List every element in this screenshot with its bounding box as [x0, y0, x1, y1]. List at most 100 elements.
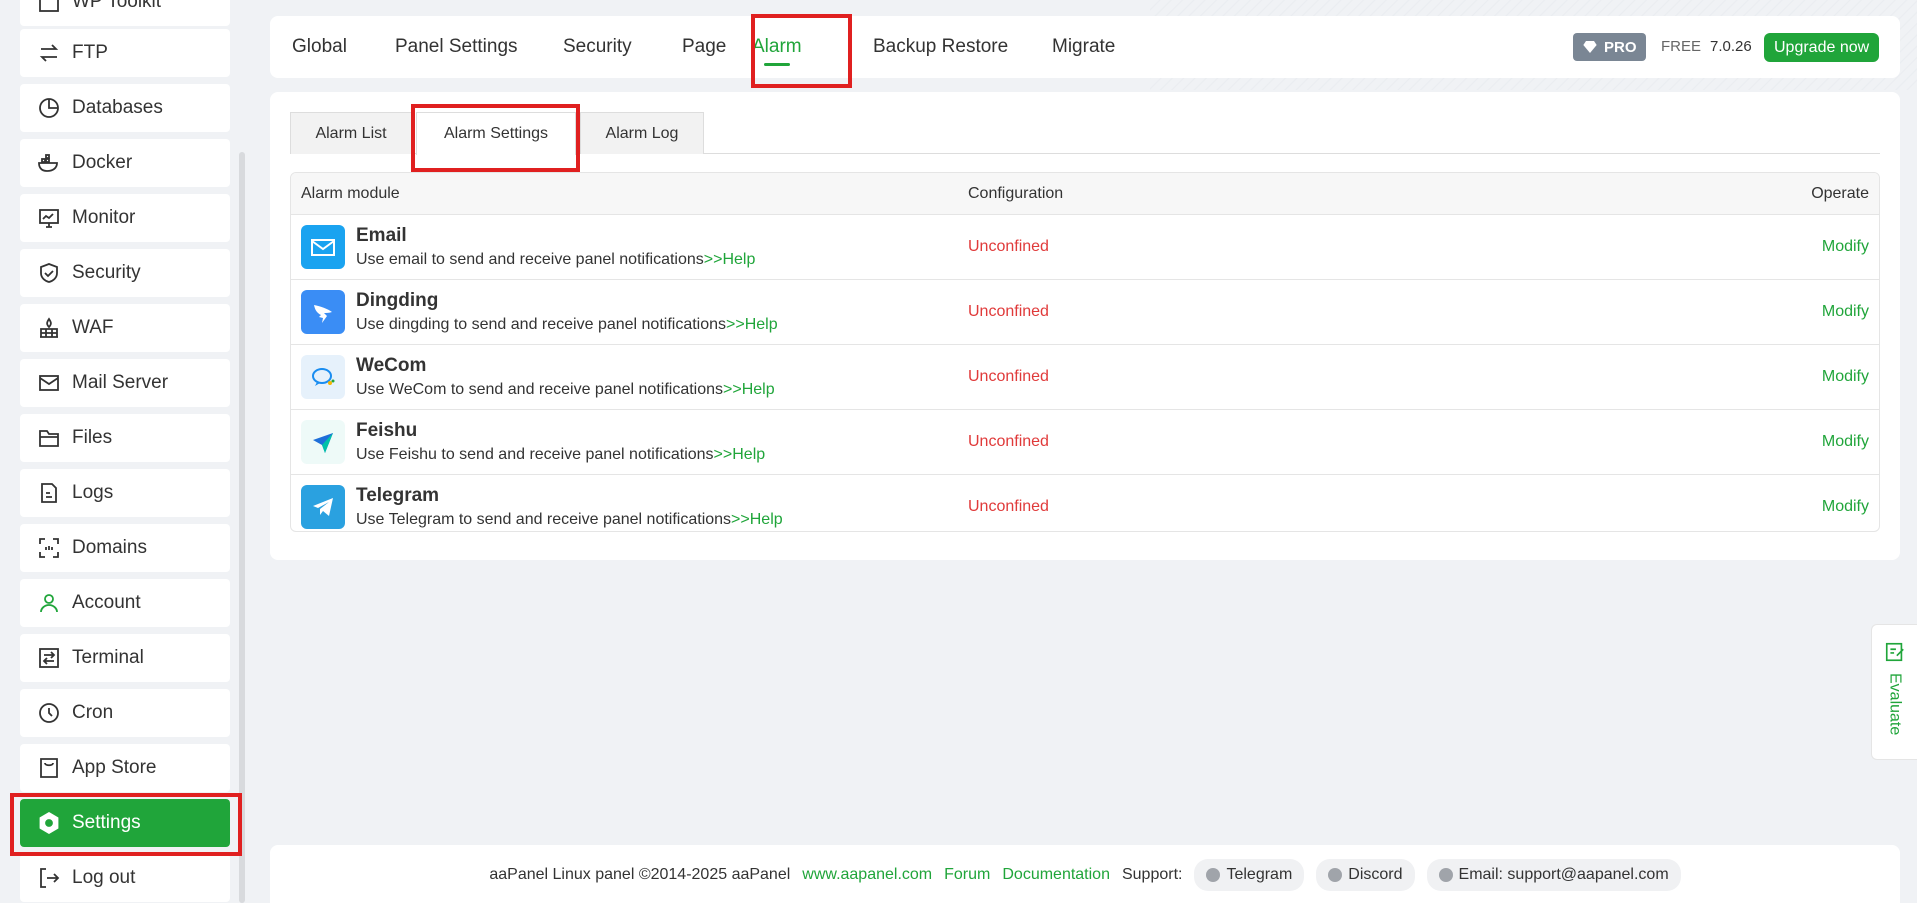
- domains-icon: [34, 533, 64, 563]
- sidebar-item-label: Security: [72, 262, 141, 283]
- status-text: Unconfined: [968, 238, 1049, 255]
- help-link[interactable]: >>Help: [714, 446, 766, 463]
- logout-icon: [34, 863, 64, 893]
- highlight-box-alarm-settings: [411, 104, 580, 172]
- sidebar: WP Toolkit FTP Databases Docker Monitor …: [0, 0, 248, 903]
- support-telegram[interactable]: Telegram: [1194, 859, 1305, 891]
- modify-button[interactable]: Modify: [1822, 238, 1869, 256]
- version-label: 7.0.26: [1710, 38, 1752, 55]
- help-link[interactable]: >>Help: [726, 316, 778, 333]
- feishu-icon: [301, 420, 345, 464]
- row-name: Feishu: [356, 420, 418, 441]
- header-alarm-module: Alarm module: [301, 185, 400, 202]
- help-link[interactable]: >>Help: [731, 511, 783, 528]
- upgrade-button[interactable]: Upgrade now: [1764, 33, 1880, 62]
- sidebar-item-label: Cron: [72, 702, 114, 723]
- tab-global[interactable]: Global: [292, 16, 347, 78]
- email-icon: [301, 225, 345, 269]
- sidebar-item-domains[interactable]: Domains: [20, 524, 230, 572]
- subtab-alarm-list[interactable]: Alarm List: [290, 112, 412, 154]
- subtab-alarm-log[interactable]: Alarm Log: [580, 112, 704, 154]
- sidebar-item-label: WAF: [72, 317, 114, 338]
- sidebar-scrollbar[interactable]: [239, 152, 245, 903]
- table-row: Feishu Use Feishu to send and receive pa…: [291, 410, 1879, 475]
- support-email[interactable]: Email: support@aapanel.com: [1426, 859, 1681, 891]
- sidebar-item-ftp[interactable]: FTP: [20, 29, 230, 77]
- firewall-icon: [34, 313, 64, 343]
- sidebar-item-waf[interactable]: WAF: [20, 304, 230, 352]
- modify-button[interactable]: Modify: [1822, 368, 1869, 386]
- copyright-text: aaPanel Linux panel ©2014-2025 aaPanel: [489, 866, 791, 883]
- dingding-icon: [301, 290, 345, 334]
- sidebar-item-account[interactable]: Account: [20, 579, 230, 627]
- modify-button[interactable]: Modify: [1822, 498, 1869, 516]
- modify-button[interactable]: Modify: [1822, 433, 1869, 451]
- sidebar-item-monitor[interactable]: Monitor: [20, 194, 230, 242]
- sidebar-item-terminal[interactable]: Terminal: [20, 634, 230, 682]
- support-discord[interactable]: Discord: [1316, 859, 1415, 891]
- sidebar-item-files[interactable]: Files: [20, 414, 230, 462]
- row-description: Use email to send and receive panel noti…: [356, 251, 756, 268]
- sidebar-item-log-out[interactable]: Log out: [20, 854, 230, 902]
- tab-page[interactable]: Page: [682, 16, 726, 78]
- status-text: Unconfined: [968, 368, 1049, 385]
- evaluate-label: Evaluate: [1886, 673, 1904, 736]
- wecom-icon: [301, 355, 345, 399]
- sidebar-item-label: App Store: [72, 757, 157, 778]
- tab-panel-settings[interactable]: Panel Settings: [395, 16, 518, 78]
- tab-migrate[interactable]: Migrate: [1052, 16, 1115, 78]
- sidebar-item-label: FTP: [72, 42, 108, 63]
- table-row: Dingding Use dingding to send and receiv…: [291, 280, 1879, 345]
- database-icon: [34, 93, 64, 123]
- shield-icon: [34, 258, 64, 288]
- help-link[interactable]: >>Help: [704, 251, 756, 268]
- sidebar-item-docker[interactable]: Docker: [20, 139, 230, 187]
- sidebar-item-cron[interactable]: Cron: [20, 689, 230, 737]
- monitor-icon: [34, 203, 64, 233]
- table-row: Telegram Use Telegram to send and receiv…: [291, 475, 1879, 531]
- sidebar-item-label: Mail Server: [72, 372, 169, 393]
- sidebar-item-label: Databases: [72, 97, 163, 118]
- support-label: Support:: [1121, 866, 1183, 883]
- status-text: Unconfined: [968, 498, 1049, 515]
- sidebar-item-label: Files: [72, 427, 113, 448]
- help-link[interactable]: >>Help: [723, 381, 775, 398]
- row-name: Telegram: [356, 485, 440, 506]
- sidebar-item-label: Log out: [72, 867, 136, 888]
- sidebar-item-label: Domains: [72, 537, 147, 558]
- website-link[interactable]: www.aapanel.com: [802, 866, 932, 884]
- row-name: Dingding: [356, 290, 439, 311]
- documentation-link[interactable]: Documentation: [1002, 866, 1110, 884]
- sidebar-item-security[interactable]: Security: [20, 249, 230, 297]
- sidebar-item-label: Account: [72, 592, 141, 613]
- sidebar-item-logs[interactable]: Logs: [20, 469, 230, 517]
- modify-button[interactable]: Modify: [1822, 303, 1869, 321]
- tab-security[interactable]: Security: [563, 16, 632, 78]
- highlight-box-settings: [10, 793, 242, 856]
- table-header: Alarm module Configuration Operate: [291, 173, 1879, 215]
- status-text: Unconfined: [968, 303, 1049, 320]
- sidebar-item-label: Docker: [72, 152, 133, 173]
- pro-badge[interactable]: PRO: [1573, 33, 1646, 61]
- header-configuration: Configuration: [968, 185, 1064, 202]
- table-row: WeCom Use WeCom to send and receive pane…: [291, 345, 1879, 410]
- highlight-box-alarm-tab: [751, 14, 852, 88]
- status-text: Unconfined: [968, 433, 1049, 450]
- row-name: Email: [356, 225, 407, 246]
- folder-icon: [34, 423, 64, 453]
- evaluate-tab[interactable]: Evaluate: [1871, 624, 1917, 760]
- transfer-icon: [34, 38, 64, 68]
- logs-icon: [34, 478, 64, 508]
- clock-icon: [34, 698, 64, 728]
- row-name: WeCom: [356, 355, 427, 376]
- row-description: Use Telegram to send and receive panel n…: [356, 511, 783, 528]
- sidebar-item-wp-toolkit[interactable]: WP Toolkit: [20, 0, 230, 26]
- sidebar-item-label: WP Toolkit: [72, 0, 162, 12]
- tab-backup-restore[interactable]: Backup Restore: [873, 16, 1008, 78]
- terminal-icon: [34, 643, 64, 673]
- footer: aaPanel Linux panel ©2014-2025 aaPanel w…: [270, 845, 1900, 903]
- sidebar-item-app-store[interactable]: App Store: [20, 744, 230, 792]
- sidebar-item-databases[interactable]: Databases: [20, 84, 230, 132]
- forum-link[interactable]: Forum: [944, 866, 990, 884]
- sidebar-item-mail-server[interactable]: Mail Server: [20, 359, 230, 407]
